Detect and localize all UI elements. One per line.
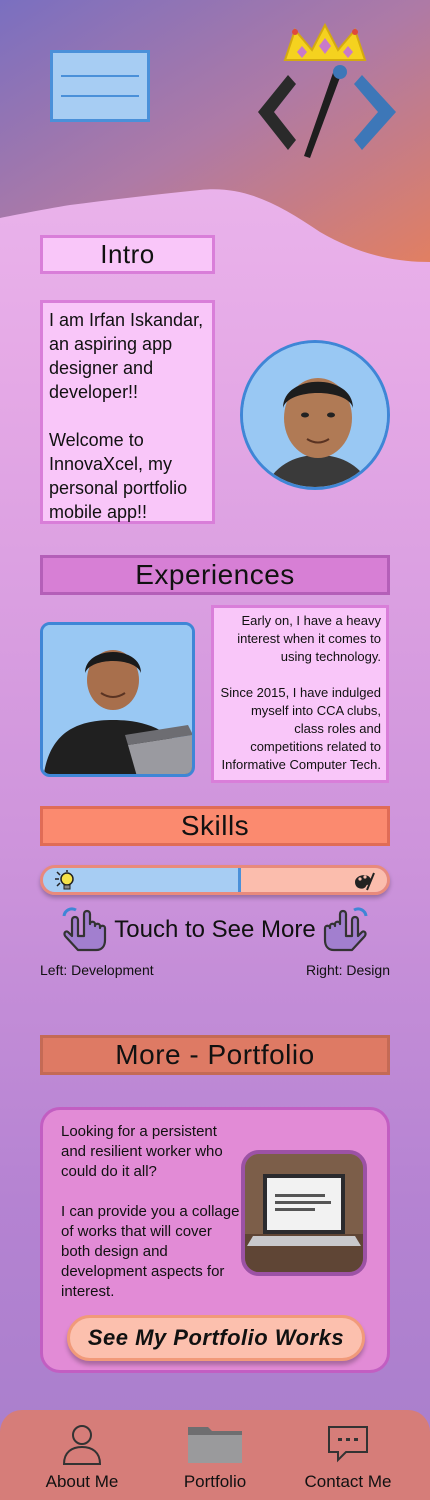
person-icon — [62, 1425, 102, 1465]
bottom-navigation: About Me Portfolio Contact Me — [0, 1410, 430, 1500]
tap-hand-right-icon — [323, 907, 368, 952]
nav-portfolio[interactable]: Portfolio — [153, 1410, 277, 1500]
skills-development-side[interactable] — [43, 868, 241, 892]
experience-photo — [40, 622, 195, 777]
portfolio-card: Looking for a persistent and resilient w… — [40, 1107, 390, 1373]
crowned-code-brush-logo — [258, 22, 396, 158]
nav-portfolio-label: Portfolio — [183, 1472, 247, 1491]
nav-about-me[interactable]: About Me — [20, 1410, 144, 1500]
skills-design-side[interactable] — [241, 868, 387, 892]
right-design-label: Right: Design — [305, 962, 390, 978]
more-portfolio-title: More - Portfolio — [40, 1035, 390, 1075]
tap-hand-left-icon — [62, 907, 107, 952]
skills-title: Skills — [40, 806, 390, 846]
experiences-title: Experiences — [40, 555, 390, 595]
intro-text: I am Irfan Iskandar, an aspiring app des… — [40, 300, 215, 524]
left-development-label: Left: Development — [40, 962, 154, 978]
experiences-text: Early on, I have a heavy interest when i… — [211, 605, 389, 783]
laptop-photo — [241, 1150, 367, 1276]
intro-title: Intro — [40, 235, 215, 274]
portfolio-text: Looking for a persistent and resilient w… — [61, 1123, 240, 1300]
nav-contact-me[interactable]: Contact Me — [286, 1410, 410, 1500]
nav-about-me-label: About Me — [45, 1472, 119, 1491]
see-portfolio-works-button[interactable]: See My Portfolio Works — [67, 1315, 365, 1361]
touch-hint-row: Touch to See More — [60, 905, 370, 955]
nav-contact-me-label: Contact Me — [304, 1472, 392, 1491]
menu-button[interactable] — [50, 50, 150, 122]
folder-icon — [188, 1427, 242, 1463]
touch-to-see-more-text: Touch to See More — [114, 916, 316, 943]
lightbulb-icon — [55, 870, 74, 890]
profile-photo — [240, 340, 390, 490]
skills-toggle-bar[interactable] — [40, 865, 390, 895]
paint-palette-icon — [355, 872, 375, 891]
chat-bubble-icon — [328, 1426, 368, 1463]
